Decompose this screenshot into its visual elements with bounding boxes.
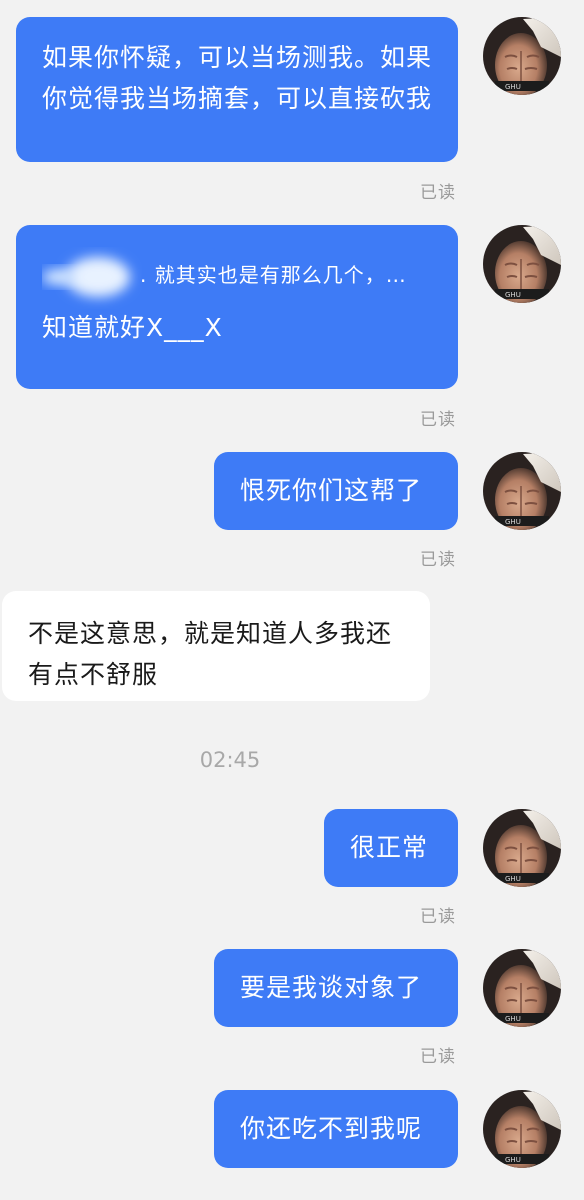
avatar-icon xyxy=(483,949,561,1027)
message-text: 知道就好X___X xyxy=(42,313,223,342)
read-status: 已读 xyxy=(420,907,456,927)
avatar[interactable] xyxy=(483,949,561,1027)
message-bubble-outgoing[interactable]: 恨死你们这帮了 xyxy=(214,452,458,530)
avatar[interactable] xyxy=(483,225,561,303)
message-bubble-outgoing[interactable]: 如果你怀疑，可以当场测我。如果你觉得我当场摘套，可以直接砍我 xyxy=(16,17,458,162)
message-bubble-outgoing[interactable]: 要是我谈对象了 xyxy=(214,949,458,1027)
read-status: 已读 xyxy=(420,1047,456,1067)
message-text: 恨死你们这帮了 xyxy=(240,476,423,505)
read-status: 已读 xyxy=(420,183,456,203)
avatar-icon xyxy=(483,225,561,303)
avatar-icon xyxy=(483,17,561,95)
timestamp: 02:45 xyxy=(199,748,261,772)
blurred-name-icon xyxy=(42,257,130,297)
avatar[interactable] xyxy=(483,452,561,530)
avatar-icon xyxy=(483,1090,561,1168)
message-text: 要是我谈对象了 xyxy=(240,973,423,1002)
avatar-icon xyxy=(483,809,561,887)
message-text: 你还吃不到我呢 xyxy=(240,1114,423,1143)
read-status: 已读 xyxy=(420,550,456,570)
message-bubble-outgoing[interactable]: 很正常 xyxy=(324,809,458,887)
message-bubble-incoming[interactable]: 不是这意思，就是知道人多我还有点不舒服 xyxy=(2,591,430,701)
message-bubble-outgoing[interactable]: 你还吃不到我呢 xyxy=(214,1090,458,1168)
message-text: 如果你怀疑，可以当场测我。如果你觉得我当场摘套，可以直接砍我 xyxy=(42,43,433,113)
avatar[interactable] xyxy=(483,1090,561,1168)
quoted-message[interactable]: . 就其实也是有那么几个，… xyxy=(42,257,434,297)
avatar-icon xyxy=(483,452,561,530)
avatar[interactable] xyxy=(483,17,561,95)
read-status: 已读 xyxy=(420,410,456,430)
message-bubble-outgoing[interactable]: . 就其实也是有那么几个，… 知道就好X___X xyxy=(16,225,458,389)
avatar[interactable] xyxy=(483,809,561,887)
message-text: 很正常 xyxy=(350,833,429,862)
quote-text: . 就其实也是有那么几个，… xyxy=(140,263,407,287)
message-text: 不是这意思，就是知道人多我还有点不舒服 xyxy=(28,619,393,689)
